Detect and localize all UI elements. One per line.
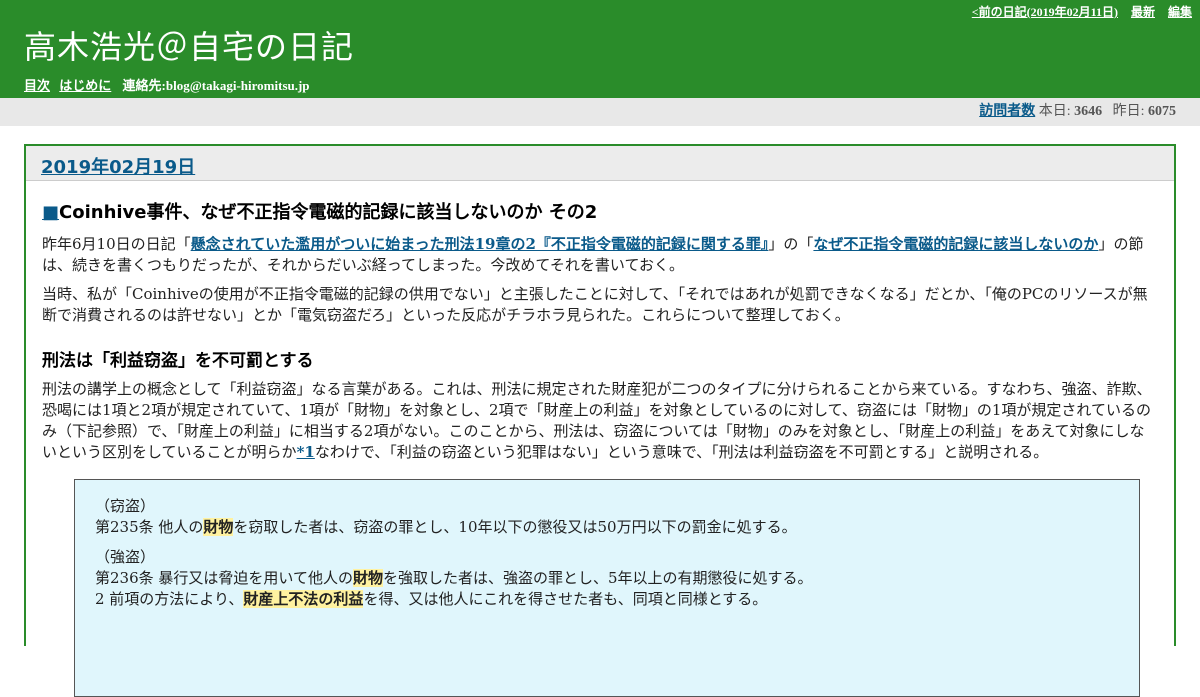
site-title: 高木浩光＠自宅の日記 [24, 28, 355, 66]
contact-text: 連絡先:blog@takagi-hiromitsu.jp [122, 78, 310, 93]
section-heading: ■Coinhive事件、なぜ不正指令電磁的記録に該当しないのか その2 [42, 198, 1158, 224]
edit-link[interactable]: 編集 [1168, 5, 1192, 19]
p1-pre: 昨年6月10日の日記「 [42, 235, 191, 253]
visitor-count-link[interactable]: 訪問者数 [979, 104, 1035, 119]
article-235: 第235条 他人の財物を窃取した者は、窃盗の罪とし、10年以下の懲役又は50万円… [95, 517, 1119, 538]
p1-mid: 」の「 [768, 235, 814, 253]
law-quote-box: （窃盗） 第235条 他人の財物を窃取した者は、窃盗の罪とし、10年以下の懲役又… [74, 479, 1140, 697]
subheading: 刑法は「利益窃盗」を不可罰とする [42, 351, 314, 371]
p3-post: なわけで、「利益の窃盗という犯罪はない」という意味で、「刑法は利益窃盗を不可罰と… [314, 443, 1049, 461]
day-header: 2019年02月19日 [26, 146, 1174, 181]
robbery-heading: （強盗） [95, 548, 156, 566]
section-title: Coinhive事件、なぜ不正指令電磁的記録に該当しないのか その2 [59, 202, 598, 223]
art236-2-post: を得、又は他人にこれを得させた者も、同項と同様とする。 [363, 590, 768, 608]
related-diary-link[interactable]: 懸念されていた濫用がついに始まった刑法19章の2『不正指令電磁的記録に関する罪』 [191, 235, 769, 253]
art236-pre: 第236条 暴行又は脅迫を用いて他人の [95, 569, 353, 587]
intro-link[interactable]: はじめに [59, 78, 111, 93]
article-236-2: 2 前項の方法により、財産上不法の利益を得、又は他人にこれを得させた者も、同項と… [95, 589, 1119, 610]
prev-diary-link[interactable]: <前の日記(2019年02月11日) [972, 5, 1118, 19]
yesterday-value: 6075 [1148, 104, 1176, 119]
diary-day: 2019年02月19日 ■Coinhive事件、なぜ不正指令電磁的記録に該当しな… [24, 144, 1176, 697]
art236-highlight: 財物 [352, 569, 383, 587]
art235-highlight: 財物 [203, 518, 234, 536]
paragraph-1: 昨年6月10日の日記「懸念されていた濫用がついに始まった刑法19章の2『不正指令… [42, 234, 1158, 276]
yesterday-label: 昨日: [1112, 104, 1145, 119]
site-header: <前の日記(2019年02月11日) 最新 編集 高木浩光＠自宅の日記 目次 は… [0, 0, 1200, 98]
article-236: 第236条 暴行又は脅迫を用いて他人の財物を強取した者は、強盗の罪とし、5年以上… [95, 568, 1119, 589]
art235-pre: 第235条 他人の [95, 518, 204, 536]
art235-post: を窃取した者は、窃盗の罪とし、10年以下の懲役又は50万円以下の罰金に処する。 [233, 518, 797, 536]
section-anchor-link[interactable]: ■ [42, 202, 59, 223]
top-navigation: <前の日記(2019年02月11日) 最新 編集 [962, 3, 1192, 20]
sub-navigation: 目次 はじめに 連絡先:blog@takagi-hiromitsu.jp [24, 75, 310, 94]
art236-post: を強取した者は、強盗の罪とし、5年以上の有期懲役に処する。 [382, 569, 813, 587]
today-value: 3646 [1074, 104, 1103, 119]
art236-2-highlight: 財産上不法の利益 [243, 590, 364, 608]
theft-heading: （窃盗） [95, 497, 156, 515]
toc-link[interactable]: 目次 [24, 78, 50, 93]
visitor-counter: 訪問者数 本日: 3646 昨日: 6075 [0, 98, 1200, 126]
footnote-link[interactable]: *1 [297, 443, 315, 461]
entry-date-link[interactable]: 2019年02月19日 [41, 153, 195, 179]
latest-link[interactable]: 最新 [1131, 5, 1155, 19]
entry-body: ■Coinhive事件、なぜ不正指令電磁的記録に該当しないのか その2 昨年6月… [26, 198, 1174, 697]
today-label: 本日: [1038, 104, 1071, 119]
paragraph-2: 当時、私が「Coinhiveの使用が不正指令電磁的記録の供用でない」と主張したこ… [42, 285, 1148, 324]
paragraph-3: 刑法の講学上の概念として「利益窃盗」なる言葉がある。これは、刑法に規定された財産… [42, 379, 1158, 463]
art236-2-pre: 2 前項の方法により、 [95, 590, 244, 608]
section-link[interactable]: なぜ不正指令電磁的記録に該当しないのか [813, 235, 1098, 253]
